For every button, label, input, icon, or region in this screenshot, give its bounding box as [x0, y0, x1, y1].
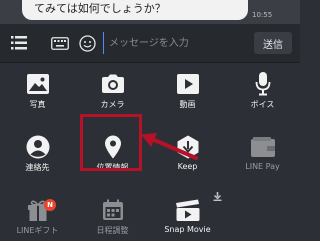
menu-item-label: LINE Pay [245, 162, 280, 171]
menu-item-photo[interactable]: 写真 [0, 63, 75, 115]
emoji-icon[interactable] [77, 32, 97, 54]
video-icon [176, 71, 199, 97]
menu-item-camera[interactable]: カメラ [75, 63, 150, 115]
menu-item-label: 動画 [179, 100, 196, 109]
wallet-icon [250, 134, 275, 160]
new-badge: N [44, 199, 56, 211]
menu-item-voice[interactable]: ボイス [225, 63, 300, 115]
download-icon [213, 186, 222, 205]
message-input-bar: 送信 [0, 24, 300, 63]
highlight-box [80, 114, 142, 171]
menu-item-schedule[interactable]: 日程調整 [75, 189, 150, 241]
message-bubble: てみては如何でしょうか？ [22, 0, 248, 20]
menu-item-contact[interactable]: 連絡先 [0, 126, 75, 178]
contact-icon [26, 134, 50, 160]
menu-item-label: 連絡先 [25, 163, 50, 172]
menu-item-line-pay[interactable]: LINE Pay [225, 126, 300, 178]
menu-item-label: 写真 [29, 100, 46, 109]
menu-item-line-gift[interactable]: LINEギフト [0, 189, 75, 241]
keyboard-icon[interactable] [50, 32, 70, 54]
menu-item-label: LINEギフト [16, 226, 59, 235]
menu-item-label: 日程調整 [96, 226, 129, 235]
message-time: 10:55 [252, 11, 273, 19]
menu-item-video[interactable]: 動画 [150, 63, 225, 115]
send-button[interactable]: 送信 [254, 32, 292, 54]
chat-area: てみては如何でしょうか？ 10:55 [0, 0, 300, 24]
calendar-icon [102, 197, 124, 223]
mic-icon [255, 71, 271, 97]
red-arrow-icon [138, 130, 198, 164]
menu-item-label: ボイス [250, 100, 275, 109]
hamburger-menu-icon[interactable] [10, 32, 28, 54]
message-input[interactable] [103, 32, 243, 54]
menu-item-label: カメラ [100, 100, 125, 109]
menu-item-label: Snap Movie [164, 225, 211, 234]
camera-icon [101, 71, 125, 97]
photo-icon [26, 71, 49, 97]
snap-movie-icon [175, 197, 201, 223]
